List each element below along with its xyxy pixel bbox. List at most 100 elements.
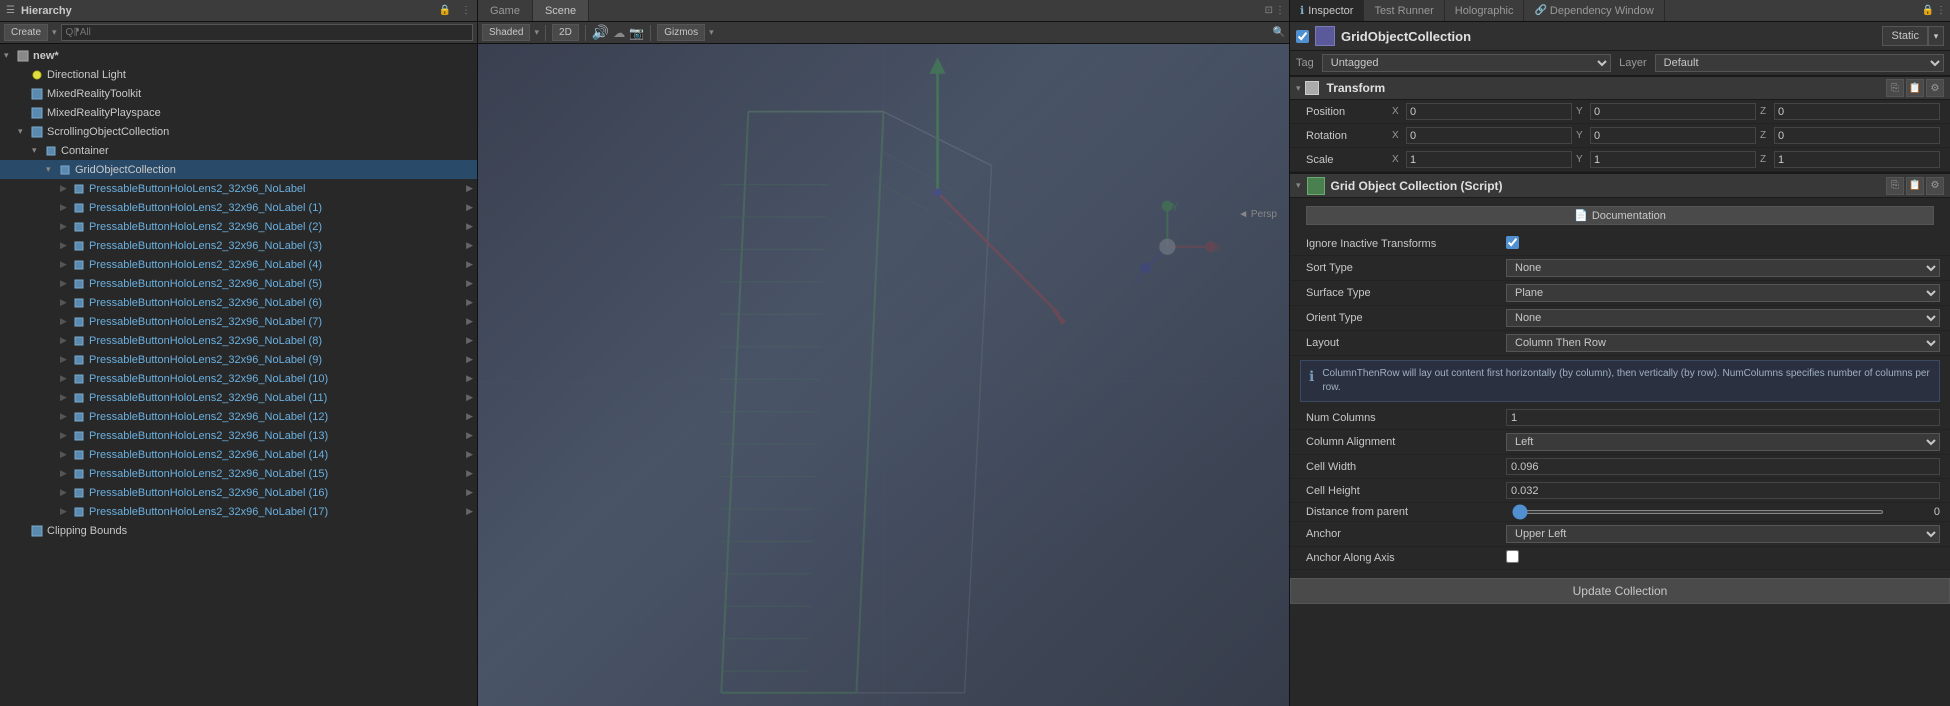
audio-icon[interactable]: 🔊 xyxy=(592,24,609,41)
tree-item-7[interactable]: ▶PressableButtonHoloLens2_32x96_NoLabel▶ xyxy=(0,179,477,198)
tree-arrow-5[interactable]: ▾ xyxy=(32,145,44,156)
surface-type-select[interactable]: Plane xyxy=(1506,284,1940,302)
camera-icon[interactable]: 📷 xyxy=(629,26,644,40)
scale-y-input[interactable] xyxy=(1590,151,1756,168)
tree-item-17[interactable]: ▶PressableButtonHoloLens2_32x96_NoLabel … xyxy=(0,369,477,388)
tree-item-18[interactable]: ▶PressableButtonHoloLens2_32x96_NoLabel … xyxy=(0,388,477,407)
tree-arrow-21[interactable]: ▶ xyxy=(60,449,72,460)
orient-type-select[interactable]: None xyxy=(1506,309,1940,327)
update-collection-button[interactable]: Update Collection xyxy=(1290,578,1950,604)
tab-scene[interactable]: Scene xyxy=(533,0,589,21)
tree-arrow-24[interactable]: ▶ xyxy=(60,506,72,517)
tree-item-13[interactable]: ▶PressableButtonHoloLens2_32x96_NoLabel … xyxy=(0,293,477,312)
tree-item-20[interactable]: ▶PressableButtonHoloLens2_32x96_NoLabel … xyxy=(0,426,477,445)
create-dropdown-arrow[interactable]: ▾ xyxy=(52,27,57,38)
gizmos-button[interactable]: Gizmos xyxy=(657,24,705,41)
scale-z-input[interactable] xyxy=(1774,151,1940,168)
tree-arrow-9[interactable]: ▶ xyxy=(60,221,72,232)
tab-game[interactable]: Game xyxy=(478,0,533,21)
tree-arrow-13[interactable]: ▶ xyxy=(60,297,72,308)
tree-arrow-4[interactable]: ▾ xyxy=(18,126,30,137)
shaded-button[interactable]: Shaded xyxy=(482,24,530,41)
tree-item-9[interactable]: ▶PressableButtonHoloLens2_32x96_NoLabel … xyxy=(0,217,477,236)
tree-item-25[interactable]: Clipping Bounds xyxy=(0,521,477,540)
create-button[interactable]: Create xyxy=(4,24,48,41)
cell-width-input[interactable] xyxy=(1506,458,1940,475)
tree-arrow-6[interactable]: ▾ xyxy=(46,164,58,175)
scale-x-input[interactable] xyxy=(1406,151,1572,168)
tree-item-12[interactable]: ▶PressableButtonHoloLens2_32x96_NoLabel … xyxy=(0,274,477,293)
transform-paste-btn[interactable]: 📋 xyxy=(1906,79,1924,97)
tree-item-5[interactable]: ▾Container xyxy=(0,141,477,160)
sort-type-select[interactable]: None xyxy=(1506,259,1940,277)
tree-item-22[interactable]: ▶PressableButtonHoloLens2_32x96_NoLabel … xyxy=(0,464,477,483)
tree-arrow-14[interactable]: ▶ xyxy=(60,316,72,327)
tree-arrow-7[interactable]: ▶ xyxy=(60,183,72,194)
documentation-button[interactable]: 📄 Documentation xyxy=(1306,206,1934,225)
tree-arrow-20[interactable]: ▶ xyxy=(60,430,72,441)
layout-select[interactable]: Column Then Row xyxy=(1506,334,1940,352)
column-alignment-select[interactable]: Left xyxy=(1506,433,1940,451)
tree-item-24[interactable]: ▶PressableButtonHoloLens2_32x96_NoLabel … xyxy=(0,502,477,521)
tree-item-1[interactable]: Directional Light xyxy=(0,65,477,84)
tree-arrow-15[interactable]: ▶ xyxy=(60,335,72,346)
tab-holographic[interactable]: Holographic xyxy=(1445,0,1525,21)
script-paste-btn[interactable]: 📋 xyxy=(1906,177,1924,195)
tab-inspector[interactable]: ℹ Inspector xyxy=(1290,0,1364,21)
anchor-select[interactable]: Upper Left xyxy=(1506,525,1940,543)
script-header[interactable]: ▾ Grid Object Collection (Script) ⎘ 📋 ⚙ xyxy=(1290,172,1950,198)
tree-item-2[interactable]: MixedRealityToolkit xyxy=(0,84,477,103)
tree-item-14[interactable]: ▶PressableButtonHoloLens2_32x96_NoLabel … xyxy=(0,312,477,331)
tree-item-23[interactable]: ▶PressableButtonHoloLens2_32x96_NoLabel … xyxy=(0,483,477,502)
2d-button[interactable]: 2D xyxy=(552,24,579,41)
tree-arrow-22[interactable]: ▶ xyxy=(60,468,72,479)
gizmos-dropdown-icon[interactable]: ▾ xyxy=(709,27,714,38)
rotation-z-input[interactable] xyxy=(1774,127,1940,144)
tree-item-3[interactable]: MixedRealityPlayspace xyxy=(0,103,477,122)
position-x-input[interactable] xyxy=(1406,103,1572,120)
tree-item-21[interactable]: ▶PressableButtonHoloLens2_32x96_NoLabel … xyxy=(0,445,477,464)
num-columns-input[interactable] xyxy=(1506,409,1940,426)
tree-item-16[interactable]: ▶PressableButtonHoloLens2_32x96_NoLabel … xyxy=(0,350,477,369)
tree-item-6[interactable]: ▾GridObjectCollection xyxy=(0,160,477,179)
anchor-along-axis-checkbox[interactable] xyxy=(1506,550,1519,563)
tree-arrow-18[interactable]: ▶ xyxy=(60,392,72,403)
tree-item-19[interactable]: ▶PressableButtonHoloLens2_32x96_NoLabel … xyxy=(0,407,477,426)
script-copy-btn[interactable]: ⎘ xyxy=(1886,177,1904,195)
ignore-inactive-checkbox[interactable] xyxy=(1506,236,1519,249)
tree-arrow-19[interactable]: ▶ xyxy=(60,411,72,422)
tree-arrow-0[interactable]: ▾ xyxy=(4,50,16,61)
rotation-x-input[interactable] xyxy=(1406,127,1572,144)
cell-height-input[interactable] xyxy=(1506,482,1940,499)
tree-arrow-10[interactable]: ▶ xyxy=(60,240,72,251)
tree-arrow-17[interactable]: ▶ xyxy=(60,373,72,384)
effects-icon[interactable]: ☁ xyxy=(613,26,625,40)
tree-arrow-12[interactable]: ▶ xyxy=(60,278,72,289)
inspector-lock-icon[interactable]: 🔒 xyxy=(1922,5,1934,16)
object-active-checkbox[interactable] xyxy=(1296,30,1309,43)
tab-dependency-window[interactable]: 🔗 Dependency Window xyxy=(1524,0,1664,21)
shaded-dropdown-icon[interactable]: ▾ xyxy=(534,27,539,38)
tab-test-runner[interactable]: Test Runner xyxy=(1364,0,1444,21)
position-y-input[interactable] xyxy=(1590,103,1756,120)
tree-item-4[interactable]: ▾ScrollingObjectCollection xyxy=(0,122,477,141)
transform-header[interactable]: ▾ Transform ⎘ 📋 ⚙ xyxy=(1290,76,1950,100)
tag-select[interactable]: Untagged xyxy=(1322,54,1611,72)
search-input[interactable] xyxy=(61,24,473,41)
script-settings-btn[interactable]: ⚙ xyxy=(1926,177,1944,195)
tree-item-15[interactable]: ▶PressableButtonHoloLens2_32x96_NoLabel … xyxy=(0,331,477,350)
tree-item-8[interactable]: ▶PressableButtonHoloLens2_32x96_NoLabel … xyxy=(0,198,477,217)
scene-viewport[interactable]: Y X Z ◄ Persp xyxy=(478,44,1289,706)
tree-arrow-8[interactable]: ▶ xyxy=(60,202,72,213)
distance-from-parent-slider[interactable] xyxy=(1512,510,1884,514)
tree-item-11[interactable]: ▶PressableButtonHoloLens2_32x96_NoLabel … xyxy=(0,255,477,274)
tree-arrow-16[interactable]: ▶ xyxy=(60,354,72,365)
rotation-y-input[interactable] xyxy=(1590,127,1756,144)
static-button[interactable]: Static xyxy=(1882,26,1928,46)
tree-arrow-11[interactable]: ▶ xyxy=(60,259,72,270)
tree-arrow-23[interactable]: ▶ xyxy=(60,487,72,498)
tree-item-10[interactable]: ▶PressableButtonHoloLens2_32x96_NoLabel … xyxy=(0,236,477,255)
scene-search-icon[interactable]: 🔍 xyxy=(1273,27,1285,38)
transform-copy-btn[interactable]: ⎘ xyxy=(1886,79,1904,97)
static-dropdown-arrow[interactable]: ▾ xyxy=(1928,26,1944,46)
